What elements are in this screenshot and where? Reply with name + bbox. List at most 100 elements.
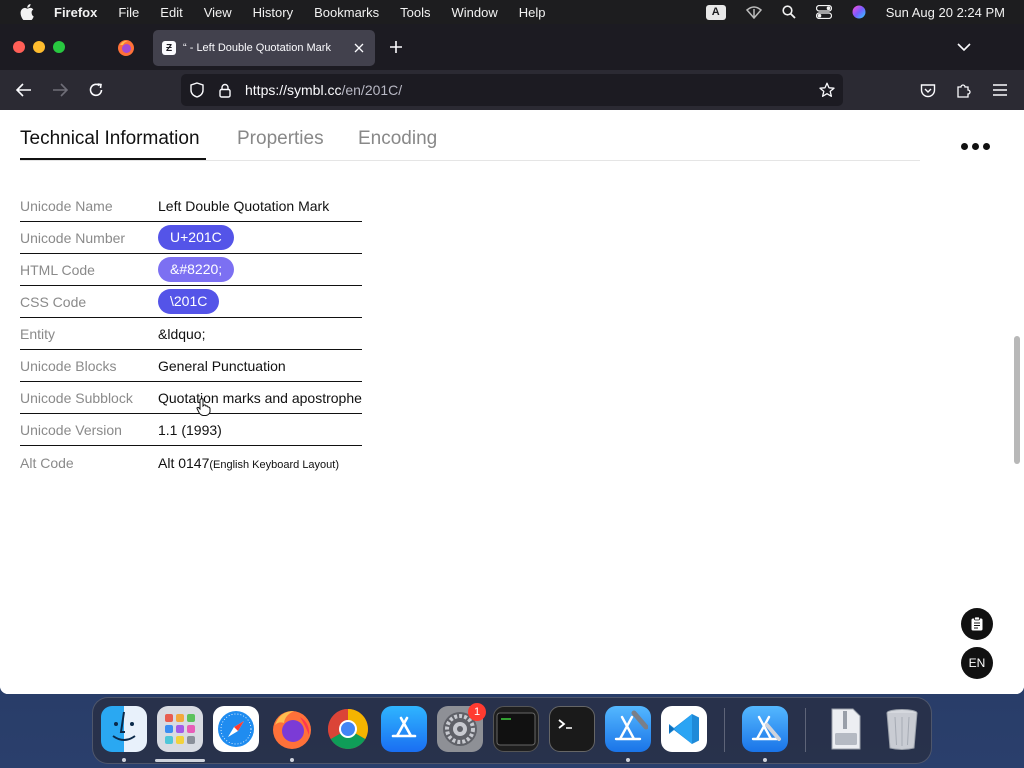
tab-properties[interactable]: Properties [237,128,324,150]
menu-app-name[interactable]: Firefox [54,5,97,20]
vscode-icon[interactable] [661,706,707,752]
pocket-icon[interactable] [918,80,938,100]
web-page-content: Technical Information Properties Encodin… [0,110,1024,694]
launchpad-icon[interactable] [157,706,203,752]
close-tab-icon[interactable] [349,38,369,58]
hand-pointer-cursor-icon [196,398,212,416]
unicode-block-link[interactable]: General Punctuation [158,358,286,374]
symbl-favicon-icon: Ƶ [162,41,176,55]
table-row: Unicode Subblock Quotation marks and apo… [20,382,362,414]
trash-icon[interactable] [879,706,925,752]
console-icon[interactable] [493,706,539,752]
extensions-puzzle-icon[interactable] [954,80,974,100]
url-text[interactable]: https://symbl.cc/en/201C/ [245,82,402,98]
firefox-view-icon[interactable] [114,36,138,60]
table-row: CSS Code \201C [20,286,362,318]
alt-code-note: (English Keyboard Layout) [209,459,340,471]
table-row: Entity &ldquo; [20,318,362,350]
page-scrollbar-thumb[interactable] [1014,336,1020,464]
row-value: Alt 0147(English Keyboard Layout) [158,455,339,471]
system-settings-badge: 1 [468,703,486,721]
row-label: Alt Code [20,455,74,471]
close-window-button[interactable] [13,41,25,53]
new-tab-plus-icon[interactable] [386,37,406,57]
tracking-protection-shield-icon[interactable] [187,80,207,100]
menu-help[interactable]: Help [519,5,546,20]
back-arrow-icon[interactable] [14,80,34,100]
terminal-icon[interactable] [549,706,595,752]
technical-info-table: Unicode Name Left Double Quotation Mark … [20,190,362,480]
table-row: HTML Code &#8220; [20,254,362,286]
bookmark-star-icon[interactable] [817,80,837,100]
language-button[interactable]: EN [961,647,993,679]
siri-icon[interactable] [852,5,866,19]
finder-icon[interactable] [101,706,147,752]
row-label: Unicode Subblock [20,389,133,406]
table-row: Unicode Blocks General Punctuation [20,350,362,382]
row-label: Unicode Version [20,421,122,438]
firefox-icon[interactable] [269,706,315,752]
table-row: Unicode Version 1.1 (1993) [20,414,362,446]
dock-separator [805,708,806,752]
row-label: Unicode Blocks [20,357,117,374]
menu-file[interactable]: File [118,5,139,20]
simulator-icon[interactable] [742,706,788,752]
table-row: Unicode Number U+201C [20,222,362,254]
input-source-icon[interactable]: A [705,4,726,20]
tab-title: “ - Left Double Quotation Mark [183,42,331,54]
apple-menu-icon[interactable] [20,4,34,20]
unicode-subblock-link[interactable]: Quotation marks and apostrophe [158,390,362,406]
row-value: Left Double Quotation Mark [158,197,330,214]
menu-window[interactable]: Window [452,5,498,20]
row-label: CSS Code [20,293,87,310]
app-store-icon[interactable] [381,706,427,752]
menu-bar: Firefox File Edit View History Bookmarks… [0,0,1024,24]
menu-edit[interactable]: Edit [160,5,182,20]
reload-icon[interactable] [86,80,106,100]
menubar-clock[interactable]: Sun Aug 20 2:24 PM [886,5,1005,20]
macos-dock: 1 [92,697,932,764]
lock-icon[interactable] [215,80,235,100]
more-options-ellipsis-icon[interactable] [961,143,990,150]
address-bar[interactable]: https://symbl.cc/en/201C/ [181,74,843,106]
table-row: Unicode Name Left Double Quotation Mark [20,190,362,222]
content-tabs: Technical Information Properties Encodin… [20,110,920,161]
row-label: Unicode Number [20,229,126,246]
copy-unicode-number-pill[interactable]: U+201C [158,225,234,250]
firefox-running-indicator [290,758,294,762]
forward-arrow-icon[interactable] [50,80,70,100]
control-center-icon[interactable] [815,5,832,19]
finder-running-indicator [122,758,126,762]
copy-css-code-pill[interactable]: \201C [158,289,220,314]
input-source-label: A [705,4,726,20]
zoom-window-button[interactable] [53,41,65,53]
menu-bookmarks[interactable]: Bookmarks [314,5,379,20]
safari-icon[interactable] [213,706,259,752]
chrome-icon[interactable] [325,706,371,752]
tab-technical-information[interactable]: Technical Information [20,128,200,150]
archive-icon[interactable] [823,706,869,752]
row-value: 1.1 (1993) [158,421,222,438]
row-value: &ldquo; [158,325,206,342]
copy-html-code-pill[interactable]: &#8220; [158,257,235,282]
active-browser-tab[interactable]: Ƶ “ - Left Double Quotation Mark [153,30,375,66]
menu-view[interactable]: View [204,5,232,20]
list-all-tabs-chevron-down-icon[interactable] [954,37,974,57]
url-path: /en/201C/ [341,82,403,98]
tab-encoding[interactable]: Encoding [358,128,437,150]
url-host: https://symbl.cc [245,82,342,98]
active-tab-indicator [20,158,206,160]
spotlight-search-icon[interactable] [782,5,796,19]
clipboard-icon[interactable] [961,608,993,640]
minimize-window-button[interactable] [33,41,45,53]
row-label: Unicode Name [20,197,113,214]
simulator-running-indicator [763,758,767,762]
menu-tools[interactable]: Tools [400,5,430,20]
menu-history[interactable]: History [253,5,293,20]
row-label: HTML Code [20,261,95,278]
hamburger-menu-icon[interactable] [990,80,1010,100]
xcode-icon[interactable] [605,706,651,752]
wifi-icon[interactable] [745,5,762,19]
table-row: Alt Code Alt 0147(English Keyboard Layou… [20,446,362,480]
navigation-toolbar: https://symbl.cc/en/201C/ [0,70,1024,110]
